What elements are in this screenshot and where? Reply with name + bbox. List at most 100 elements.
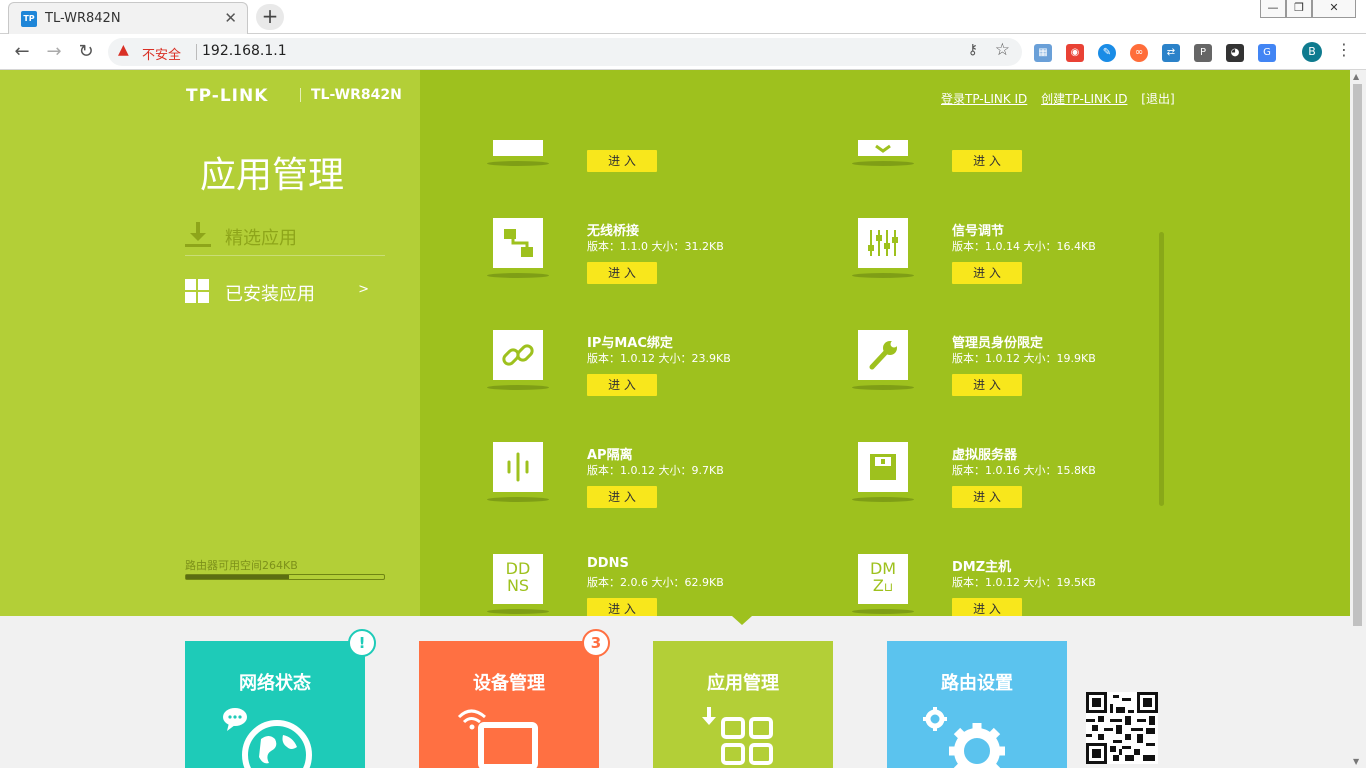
tab-title: TL-WR842N xyxy=(45,11,121,26)
browser-menu-icon[interactable]: ⋮ xyxy=(1336,40,1352,59)
enter-button[interactable]: 进 入 xyxy=(952,150,1022,172)
app-meta: 版本：1.0.12 大小：23.9KB xyxy=(587,352,731,365)
bridge-icon xyxy=(493,218,543,268)
ddns-icon-text: DD NS xyxy=(505,559,531,595)
active-tab-pointer xyxy=(732,616,752,625)
scroll-up-icon[interactable]: ▲ xyxy=(1353,72,1359,81)
app-name: 虚拟服务器 xyxy=(952,448,1018,463)
window-close-button[interactable]: ✕ xyxy=(1312,0,1356,18)
app-icon-shadow xyxy=(852,385,914,390)
app-card-partial-right: 进 入 xyxy=(852,106,1218,206)
browser-toolbar: ← → ↻ ▲ 不安全 192.168.1.1 ⚷ ☆ ▦ ◉ ✎ ∞ ⇄ P … xyxy=(0,34,1366,70)
isolation-icon xyxy=(493,442,543,492)
app-meta: 版本：1.1.0 大小：31.2KB xyxy=(587,240,724,253)
app-icon-shadow xyxy=(487,273,549,278)
enter-button[interactable]: 进 入 xyxy=(587,150,657,172)
partial-app-icon xyxy=(493,140,543,156)
enter-button[interactable]: 进 入 xyxy=(952,486,1022,508)
dmz-icon-text: DM Z⊔ xyxy=(869,559,897,595)
nav-tile-app-management[interactable]: 应用管理 xyxy=(653,641,833,768)
enter-button[interactable]: 进 入 xyxy=(587,486,657,508)
sidebar-item-label: 已安装应用 xyxy=(225,284,315,305)
app-icon-shadow xyxy=(487,609,549,614)
grid-icon xyxy=(185,279,209,303)
app-meta: 版本：1.0.12 大小：9.7KB xyxy=(587,464,724,477)
sidebar-item-featured-apps[interactable]: 精选应用 xyxy=(185,212,385,256)
sidebar-item-installed-apps[interactable]: 已安装应用 > xyxy=(185,268,385,312)
app-list-scrollbar[interactable] xyxy=(1159,232,1164,506)
storage-progress-fill xyxy=(186,575,289,579)
page-scrollbar[interactable]: ▲ ▼ xyxy=(1350,70,1366,768)
storage-progress-bar xyxy=(185,574,385,580)
sliders-icon xyxy=(858,218,908,268)
globe-chat-icon xyxy=(223,708,312,768)
download-icon xyxy=(185,222,211,247)
restore-button[interactable]: ❐ xyxy=(1286,0,1312,18)
url-text[interactable]: 192.168.1.1 xyxy=(202,43,287,59)
forward-arrow-icon[interactable]: → xyxy=(42,40,66,64)
app-name: 信号调节 xyxy=(952,224,1005,239)
app-card-signal-adjust: 信号调节 版本：1.0.14 大小：16.4KB 进 入 xyxy=(852,218,1218,318)
app-card-virtual-server: 虚拟服务器 版本：1.0.16 大小：15.8KB 进 入 xyxy=(852,442,1218,542)
app-icon-shadow xyxy=(852,497,914,502)
tp-link-logo: TP-LINK xyxy=(186,86,269,106)
nav-tile-device-management[interactable]: 设备管理 xyxy=(419,641,599,768)
device-count-badge: 3 xyxy=(582,629,610,657)
enter-button[interactable]: 进 入 xyxy=(587,374,657,396)
scrollbar-thumb[interactable] xyxy=(1353,84,1362,626)
app-name: 管理员身份限定 xyxy=(952,336,1044,351)
app-meta: 版本：1.0.12 大小：19.9KB xyxy=(952,352,1096,365)
extension-1-icon[interactable]: ▦ xyxy=(1034,44,1052,62)
minimize-button[interactable]: — xyxy=(1260,0,1286,18)
link-icon xyxy=(493,330,543,380)
extension-2-icon[interactable]: ◉ xyxy=(1066,44,1084,62)
extension-7-icon[interactable]: ◕ xyxy=(1226,44,1244,62)
app-card-partial-left: 进 入 xyxy=(487,106,853,206)
app-meta: 版本：1.0.12 大小：19.5KB xyxy=(952,576,1096,589)
extension-5-icon[interactable]: ⇄ xyxy=(1162,44,1180,62)
chevron-right-icon: > xyxy=(358,282,369,297)
app-name: DMZ主机 xyxy=(952,560,1012,575)
back-arrow-icon[interactable]: ← xyxy=(10,40,34,64)
server-icon xyxy=(858,442,908,492)
translate-icon[interactable]: G xyxy=(1258,44,1276,62)
page-title: 应用管理 xyxy=(200,155,345,196)
app-icon-shadow xyxy=(852,273,914,278)
warning-icon: ▲ xyxy=(118,42,129,58)
tab-close-icon[interactable]: ✕ xyxy=(224,9,237,27)
extension-6-icon[interactable]: P xyxy=(1194,44,1212,62)
wrench-icon xyxy=(858,330,908,380)
app-icon-shadow xyxy=(852,161,914,166)
profile-avatar[interactable]: B xyxy=(1302,42,1322,62)
enter-button[interactable]: 进 入 xyxy=(587,262,657,284)
login-tp-link-id-link[interactable]: 登录TP-LINK ID xyxy=(941,92,1027,106)
address-bar[interactable]: ▲ 不安全 192.168.1.1 ⚷ ☆ xyxy=(108,38,1022,66)
apps-download-icon xyxy=(702,707,773,765)
browser-tab-strip: TP TL-WR842N ✕ + — ❐ ✕ xyxy=(0,0,1366,34)
enter-button[interactable]: 进 入 xyxy=(952,262,1022,284)
ddns-icon: DD NS xyxy=(493,554,543,604)
nav-tile-router-settings[interactable]: 路由设置 xyxy=(887,641,1067,768)
dmz-icon: DM Z⊔ xyxy=(858,554,908,604)
extension-4-icon[interactable]: ∞ xyxy=(1130,44,1148,62)
new-tab-button[interactable]: + xyxy=(256,4,284,30)
tp-link-favicon-icon: TP xyxy=(21,11,37,27)
nav-tile-network-status[interactable]: 网络状态 xyxy=(185,641,365,768)
scroll-down-icon[interactable]: ▼ xyxy=(1353,757,1359,766)
app-card-ap-isolation: AP隔离 版本：1.0.12 大小：9.7KB 进 入 xyxy=(487,442,853,542)
key-icon[interactable]: ⚷ xyxy=(968,42,978,58)
bookmark-star-icon[interactable]: ☆ xyxy=(995,40,1010,60)
app-icon-shadow xyxy=(487,497,549,502)
browser-tab[interactable]: TP TL-WR842N ✕ xyxy=(8,2,248,34)
logout-link[interactable]: [退出] xyxy=(1141,92,1174,106)
reload-icon[interactable]: ↻ xyxy=(74,40,98,64)
create-tp-link-id-link[interactable]: 创建TP-LINK ID xyxy=(1041,92,1127,106)
partial-shield-icon xyxy=(858,140,908,156)
enter-button[interactable]: 进 入 xyxy=(952,374,1022,396)
app-icon-shadow xyxy=(487,161,549,166)
laptop-wifi-icon xyxy=(457,709,538,768)
extension-3-icon[interactable]: ✎ xyxy=(1098,44,1116,62)
app-meta: 版本：2.0.6 大小：62.9KB xyxy=(587,576,724,589)
nav-tile-label: 网络状态 xyxy=(239,673,311,694)
nav-tile-label: 应用管理 xyxy=(707,673,779,694)
